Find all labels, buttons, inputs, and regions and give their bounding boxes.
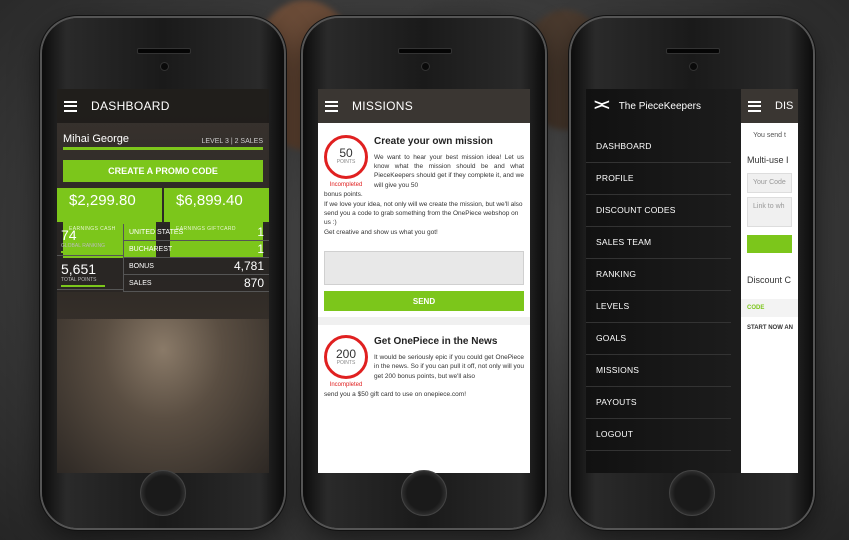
- piecekeepers-logo-icon: ><: [594, 97, 610, 114]
- points-ring: 200 POINTS: [324, 335, 368, 380]
- mission-description: We want to hear your best mission idea! …: [374, 153, 524, 189]
- phone-missions: MISSIONS 50 POINTS Incompleted Create yo…: [303, 18, 545, 528]
- status-badge: Incompleted: [329, 382, 363, 389]
- nav-item-logout[interactable]: LOGOUT: [586, 419, 731, 451]
- location-rows: UNITED STATES 1 BUCHAREST 1: [123, 224, 269, 258]
- global-ranking-value: 74: [61, 227, 77, 243]
- menu-icon[interactable]: [64, 98, 77, 114]
- user-name: Mihai George: [63, 133, 130, 145]
- phone-speaker: [666, 48, 720, 54]
- level-progress-bar: [63, 147, 263, 150]
- home-button[interactable]: [669, 470, 715, 516]
- mission-text: Get creative and show us what you got!: [324, 228, 438, 236]
- missions-header: MISSIONS: [318, 89, 530, 123]
- total-points-label: TOTAL POINTS: [61, 277, 97, 283]
- points-value: 50: [339, 146, 353, 161]
- home-button[interactable]: [140, 470, 186, 516]
- page-title: DASHBOARD: [91, 99, 170, 113]
- menu-icon[interactable]: [325, 98, 338, 114]
- start-now-text: START NOW AN: [747, 324, 793, 331]
- mission-card: 50 POINTS Incompleted Create your own mi…: [324, 131, 524, 312]
- your-code-input[interactable]: Your Code: [747, 172, 792, 193]
- divider: [318, 317, 530, 326]
- home-button[interactable]: [401, 470, 447, 516]
- missions-list: 50 POINTS Incompleted Create your own mi…: [318, 123, 530, 407]
- create-promo-code-button[interactable]: CREATE A PROMO CODE: [63, 160, 263, 182]
- missions-screen: MISSIONS 50 POINTS Incompleted Create yo…: [318, 89, 530, 473]
- brand-header: >< The PieceKeepers: [586, 89, 741, 123]
- dashboard-background-photo: [57, 319, 269, 473]
- user-row: Mihai George LEVEL 3 | 2 SALES: [57, 123, 269, 147]
- page-title: MISSIONS: [352, 99, 414, 113]
- stats-grid: 74 GLOBAL RANKING UNITED STATES 1 BUCHARE…: [57, 224, 269, 292]
- peek-section-label: Multi-use I: [747, 154, 789, 165]
- send-button[interactable]: SEND: [324, 291, 524, 312]
- points-bar: [61, 285, 105, 287]
- phone-dashboard: DASHBOARD Mihai George LEVEL 3 | 2 SALES…: [42, 18, 284, 528]
- points-ring: 50 POINTS: [324, 135, 368, 179]
- brand-name: The PieceKeepers: [618, 100, 701, 112]
- total-points-value: 5,651: [61, 261, 97, 277]
- nav-item-missions[interactable]: MISSIONS: [586, 355, 731, 387]
- nav-item-discount-codes[interactable]: DISCOUNT CODES: [586, 195, 731, 227]
- points-value: 200: [335, 346, 357, 361]
- create-button[interactable]: [747, 234, 792, 253]
- dashboard-header: DASHBOARD: [57, 89, 269, 123]
- peek-text: You send t: [753, 132, 786, 139]
- phone-menu: >< The PieceKeepers DASHBOARD PROFILE DI…: [571, 18, 813, 528]
- mission-text: bonus points.: [324, 191, 363, 199]
- stat-row: BUCHAREST 1: [123, 241, 269, 258]
- peek-header: DIS: [741, 89, 798, 123]
- earnings-row: $2,299.80 EARNINGS CASH $6,899.40 EARNIN…: [57, 188, 269, 258]
- total-points-stat: 5,651 TOTAL POINTS: [57, 258, 123, 290]
- earnings-giftcard-value: $6,899.40: [170, 190, 263, 224]
- nav-drawer: >< The PieceKeepers DASHBOARD PROFILE DI…: [586, 89, 741, 473]
- phone-camera: [689, 62, 698, 71]
- mission-text: If we love your idea, not only will we c…: [324, 200, 523, 227]
- nav-item-profile[interactable]: PROFILE: [586, 163, 731, 195]
- global-ranking-label: GLOBAL RANKING: [61, 243, 105, 249]
- nav-item-ranking[interactable]: RANKING: [586, 259, 731, 291]
- nav-item-goals[interactable]: GOALS: [586, 323, 731, 355]
- phone-camera: [421, 62, 430, 71]
- phone-speaker: [398, 48, 452, 54]
- phone-camera: [160, 62, 169, 71]
- earnings-giftcard-tile: $6,899.40 EARNINGS GIFTCARD: [164, 188, 269, 258]
- phone-speaker: [137, 48, 191, 54]
- earnings-cash-value: $2,299.80: [63, 190, 156, 224]
- menu-screen: >< The PieceKeepers DASHBOARD PROFILE DI…: [586, 89, 798, 473]
- nav-item-payouts[interactable]: PAYOUTS: [586, 387, 731, 419]
- global-ranking-stat: 74 GLOBAL RANKING: [57, 224, 123, 256]
- menu-icon[interactable]: [748, 98, 761, 114]
- status-badge: Incompleted: [329, 182, 363, 188]
- earnings-cash-tile: $2,299.80 EARNINGS CASH: [57, 188, 162, 258]
- level-info: LEVEL 3 | 2 SALES: [201, 138, 264, 145]
- mission-text: send you a $50 gift card to use on onepi…: [324, 390, 467, 398]
- peek-title: DIS: [775, 100, 794, 112]
- stat-row: SALES 870: [123, 275, 269, 292]
- nav-item-dashboard[interactable]: DASHBOARD: [586, 131, 731, 163]
- nav-item-sales-team[interactable]: SALES TEAM: [586, 227, 731, 259]
- link-input[interactable]: Link to wh: [747, 196, 792, 227]
- stat-row: UNITED STATES 1: [123, 224, 269, 241]
- stat-row: BONUS 4,781: [123, 258, 269, 275]
- mission-description: It would be seriously epic if you could …: [374, 353, 524, 380]
- ranking-bar: [61, 251, 105, 253]
- mission-title: Create your own mission: [374, 136, 493, 147]
- mission-title: Get OnePiece in the News: [374, 336, 498, 348]
- nav-item-levels[interactable]: LEVELS: [586, 291, 731, 323]
- peek-section-label: Discount C: [747, 274, 792, 285]
- points-rows: BONUS 4,781 SALES 870: [123, 258, 269, 292]
- mission-idea-textarea[interactable]: [324, 251, 524, 286]
- points-label: POINTS: [336, 359, 356, 366]
- mission-card: 200 POINTS Incompleted Get OnePiece in t…: [324, 331, 524, 399]
- points-label: POINTS: [336, 159, 356, 166]
- content-peek: DIS You send t Multi-use I Your Code Lin…: [741, 89, 798, 473]
- code-column-header: CODE: [741, 298, 798, 317]
- dashboard-screen: DASHBOARD Mihai George LEVEL 3 | 2 SALES…: [57, 89, 269, 473]
